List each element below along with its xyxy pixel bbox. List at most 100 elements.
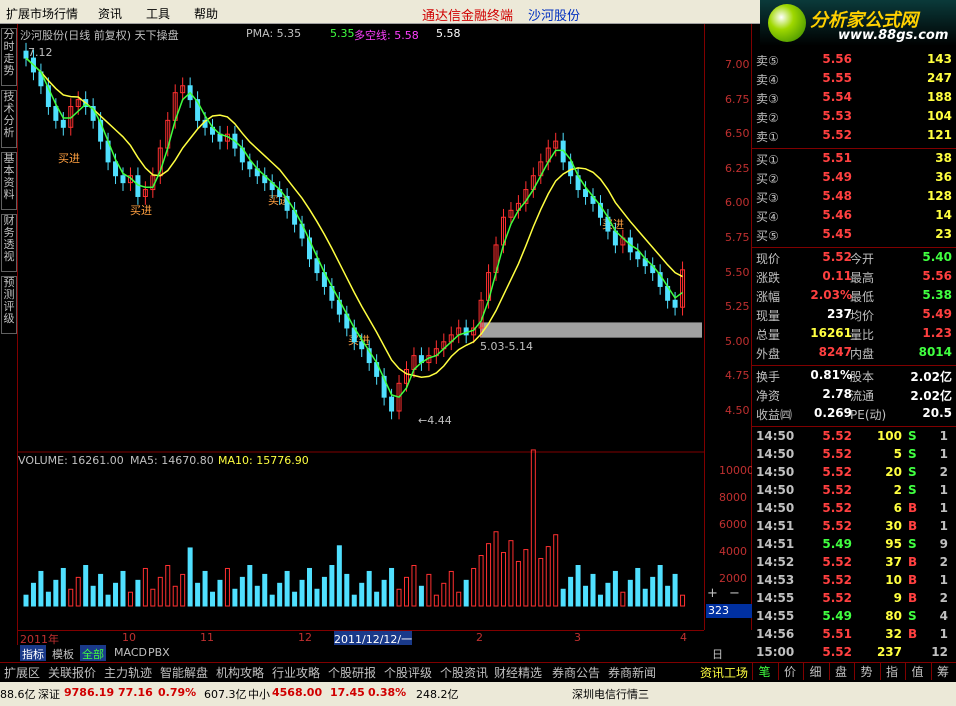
bid-label: 买④ bbox=[756, 210, 779, 224]
nav-tab[interactable]: 行业攻略 bbox=[272, 664, 320, 681]
stat-value: 0.269 bbox=[814, 406, 852, 420]
volume-tick: 6000 bbox=[719, 518, 747, 531]
nav-tab[interactable]: 智能解盘 bbox=[160, 664, 208, 681]
tab-all[interactable]: 全部 bbox=[80, 645, 106, 661]
nav-tab[interactable]: 关联报价 bbox=[48, 664, 96, 681]
trade-time: 14:52 bbox=[756, 555, 795, 569]
price-tick: 6.75 bbox=[725, 92, 750, 106]
price-tick: 5.75 bbox=[725, 231, 750, 244]
right-tab[interactable]: 盘 bbox=[828, 663, 853, 680]
menu-extended-market[interactable]: 扩展市场行情 bbox=[6, 5, 78, 22]
volume-bar bbox=[642, 588, 648, 607]
trade-row: 14:56 5.51 32 B 1 bbox=[752, 627, 956, 645]
ask-label: 卖⑤ bbox=[756, 54, 779, 68]
trade-time: 14:50 bbox=[756, 465, 795, 479]
tab-indicator[interactable]: 指标 bbox=[20, 645, 46, 661]
zoom-out-icon[interactable]: + bbox=[707, 586, 718, 601]
volume-bar bbox=[83, 565, 89, 607]
trade-side: S bbox=[908, 465, 917, 479]
nav-tab[interactable]: 个股评级 bbox=[384, 664, 432, 681]
trade-side: B bbox=[908, 591, 918, 605]
trade-time: 14:55 bbox=[756, 591, 795, 605]
stat-value: 0.81% bbox=[810, 368, 852, 382]
trade-count: 1 bbox=[939, 573, 948, 587]
ask-volume: 143 bbox=[926, 52, 952, 66]
trade-side: B bbox=[908, 519, 918, 533]
right-tab[interactable]: 笔 bbox=[752, 663, 776, 680]
ask-row: 卖③ 5.54 188 bbox=[752, 90, 956, 108]
volume-bar bbox=[127, 591, 133, 607]
volume-bar bbox=[620, 591, 626, 607]
price-tick: 7.00 bbox=[725, 58, 750, 71]
right-tab[interactable]: 细 bbox=[803, 663, 827, 680]
stat-row: 现价 5.52 今开 5.40 bbox=[752, 250, 956, 268]
date-label: 11 bbox=[200, 631, 214, 644]
stat-value: 2.02亿 bbox=[910, 370, 952, 384]
ask-volume: 121 bbox=[926, 128, 952, 142]
right-tab[interactable]: 指 bbox=[879, 663, 904, 680]
volume-bar bbox=[38, 570, 44, 607]
status-sme-pct: 0.38% bbox=[368, 686, 407, 699]
nav-tab[interactable]: 扩展区 bbox=[4, 664, 40, 681]
nav-tab[interactable]: 券商公告 bbox=[552, 664, 600, 681]
menu-tools[interactable]: 工具 bbox=[146, 5, 170, 22]
right-tab[interactable]: 价 bbox=[777, 663, 802, 680]
trade-volume: 95 bbox=[885, 537, 902, 551]
bid-label: 买③ bbox=[756, 191, 779, 205]
nav-tab[interactable]: 券商新闻 bbox=[608, 664, 656, 681]
nav-tab[interactable]: 资讯工场 bbox=[700, 664, 748, 681]
tab-macd[interactable]: MACD bbox=[112, 645, 149, 661]
volume-bar bbox=[359, 582, 365, 607]
tab-technical[interactable]: 技术分析 bbox=[1, 90, 17, 148]
stat-label: 现量 bbox=[756, 309, 781, 323]
trade-volume: 100 bbox=[876, 429, 902, 443]
nav-tab[interactable]: 个股研报 bbox=[328, 664, 376, 681]
bid-row: 买③ 5.48 128 bbox=[752, 189, 956, 207]
volume-bar bbox=[515, 560, 521, 607]
stat-row: 总量 16261 量比 1.23 bbox=[752, 326, 956, 344]
logo-ball-icon bbox=[768, 4, 806, 42]
candle-body bbox=[23, 50, 29, 59]
stat-row: 涨跌 0.11 最高 5.56 bbox=[752, 269, 956, 287]
trade-side: S bbox=[908, 537, 917, 551]
volume-bar bbox=[68, 588, 74, 607]
tab-basic-info[interactable]: 基本资料 bbox=[1, 152, 17, 210]
chart-area[interactable]: 沙河股份(日线 前复权) 天下操盘 PMA: 5.35 5.35 多空线: 5.… bbox=[18, 24, 704, 630]
nav-tab[interactable]: 个股资讯 bbox=[440, 664, 488, 681]
trade-row: 14:55 5.49 80 S 4 bbox=[752, 609, 956, 627]
right-tab[interactable]: 筹 bbox=[930, 663, 955, 680]
timeframe-label[interactable]: 日线 bbox=[710, 645, 725, 677]
trade-row: 14:53 5.52 10 B 1 bbox=[752, 573, 956, 591]
volume-bar bbox=[411, 565, 417, 607]
stat-value: 5.40 bbox=[922, 250, 952, 264]
stat-row: 涨幅 2.03% 最低 5.38 bbox=[752, 288, 956, 306]
zoom-in-icon[interactable]: − bbox=[729, 586, 740, 601]
tab-template[interactable]: 模板 bbox=[50, 645, 76, 661]
trade-time: 14:50 bbox=[756, 483, 795, 497]
nav-tab[interactable]: 机构攻略 bbox=[216, 664, 264, 681]
tab-finance[interactable]: 财务透视 bbox=[1, 214, 17, 272]
menu-news[interactable]: 资讯 bbox=[98, 5, 122, 22]
nav-tab[interactable]: 主力轨迹 bbox=[104, 664, 152, 681]
stat-label: 换手 bbox=[756, 370, 781, 384]
volume-bar bbox=[142, 567, 148, 607]
trade-price: 5.52 bbox=[822, 447, 852, 461]
price-tick: 4.75 bbox=[725, 369, 750, 383]
volume-bar bbox=[150, 588, 156, 607]
volume-bar bbox=[500, 552, 506, 607]
tab-forecast[interactable]: 预测评级 bbox=[1, 276, 17, 334]
trade-volume: 10 bbox=[885, 573, 902, 587]
nav-tab[interactable]: 财经精选 bbox=[494, 664, 542, 681]
volume-bar bbox=[307, 567, 313, 607]
brand-logo: 分析家公式网 www.88gs.com bbox=[760, 0, 956, 46]
right-tab[interactable]: 值 bbox=[905, 663, 929, 680]
candle-body bbox=[53, 106, 59, 121]
price-tick: 5.25 bbox=[725, 300, 750, 314]
menu-help[interactable]: 帮助 bbox=[194, 5, 218, 22]
stat-row: 现量 237 均价 5.49 bbox=[752, 307, 956, 325]
tab-intraday[interactable]: 分时走势 bbox=[1, 28, 17, 86]
right-tab[interactable]: 势 bbox=[854, 663, 878, 680]
ask-row: 卖⑤ 5.56 143 bbox=[752, 52, 956, 70]
stat-value: 16261 bbox=[810, 326, 852, 340]
tab-pbx[interactable]: PBX bbox=[146, 645, 172, 661]
